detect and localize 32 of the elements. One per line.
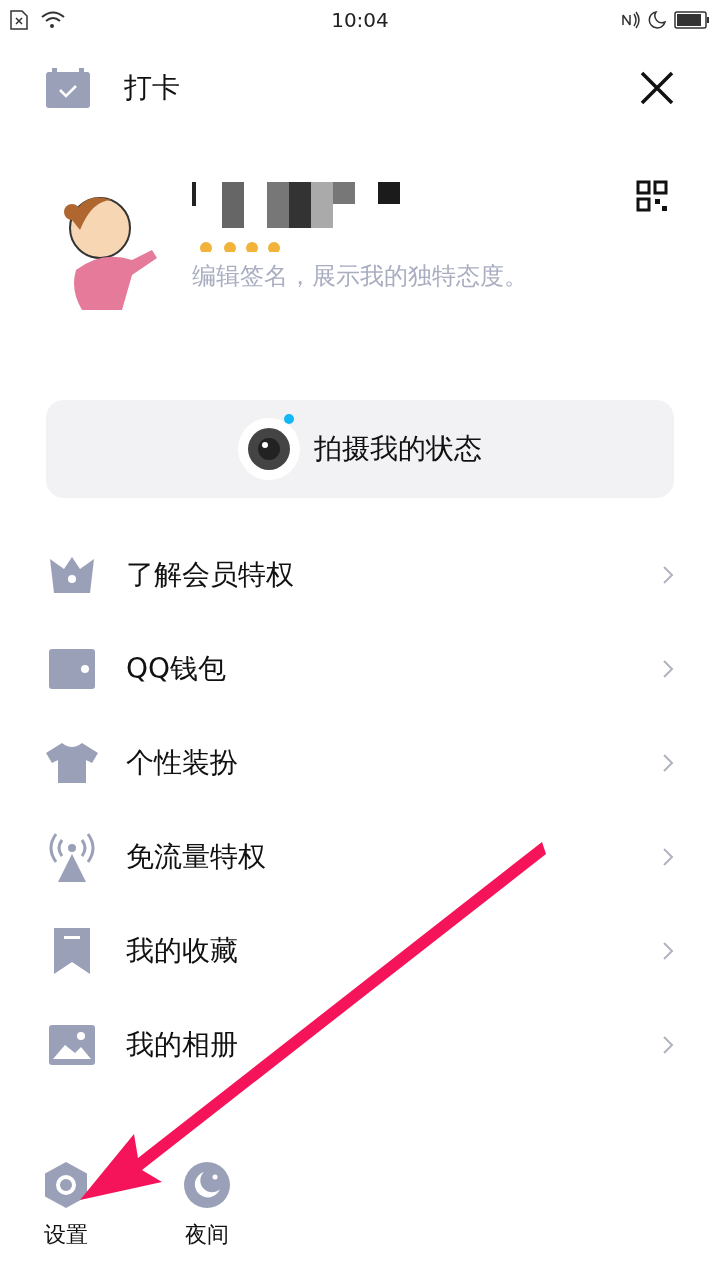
menu-item[interactable]: 我的相册: [126, 1024, 662, 1066]
moon-icon: [648, 11, 666, 29]
status-time: 10:04: [330, 7, 390, 34]
shirt-icon: [46, 743, 98, 783]
bottom-action[interactable]: 设置: [44, 1160, 88, 1280]
camera-icon: [238, 418, 300, 480]
wallet-icon: [49, 649, 95, 689]
sim-icon: [10, 10, 28, 30]
checkin-label[interactable]: 打卡: [124, 67, 640, 109]
close-icon[interactable]: [640, 71, 674, 105]
menu-item[interactable]: QQ钱包: [126, 648, 662, 690]
chevron-right-icon: [662, 941, 674, 961]
chevron-right-icon: [662, 847, 674, 867]
capture-status-button[interactable]: 拍摄我的状态: [46, 400, 674, 498]
chevron-right-icon: [662, 565, 674, 585]
qr-code-icon[interactable]: [636, 180, 668, 212]
bottom-action[interactable]: 夜间: [184, 1160, 230, 1280]
menu-item[interactable]: 了解会员特权: [126, 554, 662, 596]
bookmark-icon: [52, 928, 92, 974]
crown-icon: [48, 555, 96, 595]
menu-item[interactable]: 免流量特权: [126, 836, 662, 878]
menu-item[interactable]: 个性装扮: [126, 742, 662, 784]
image-icon: [49, 1025, 95, 1065]
menu-item[interactable]: 我的收藏: [126, 930, 662, 972]
nfc-icon: [620, 11, 640, 29]
antenna-icon: [48, 832, 96, 882]
calendar-icon[interactable]: [46, 68, 90, 108]
battery-icon: [674, 11, 710, 29]
chevron-right-icon: [662, 1035, 674, 1055]
chevron-right-icon: [662, 753, 674, 773]
wifi-icon: [40, 10, 66, 30]
chevron-right-icon: [662, 659, 674, 679]
